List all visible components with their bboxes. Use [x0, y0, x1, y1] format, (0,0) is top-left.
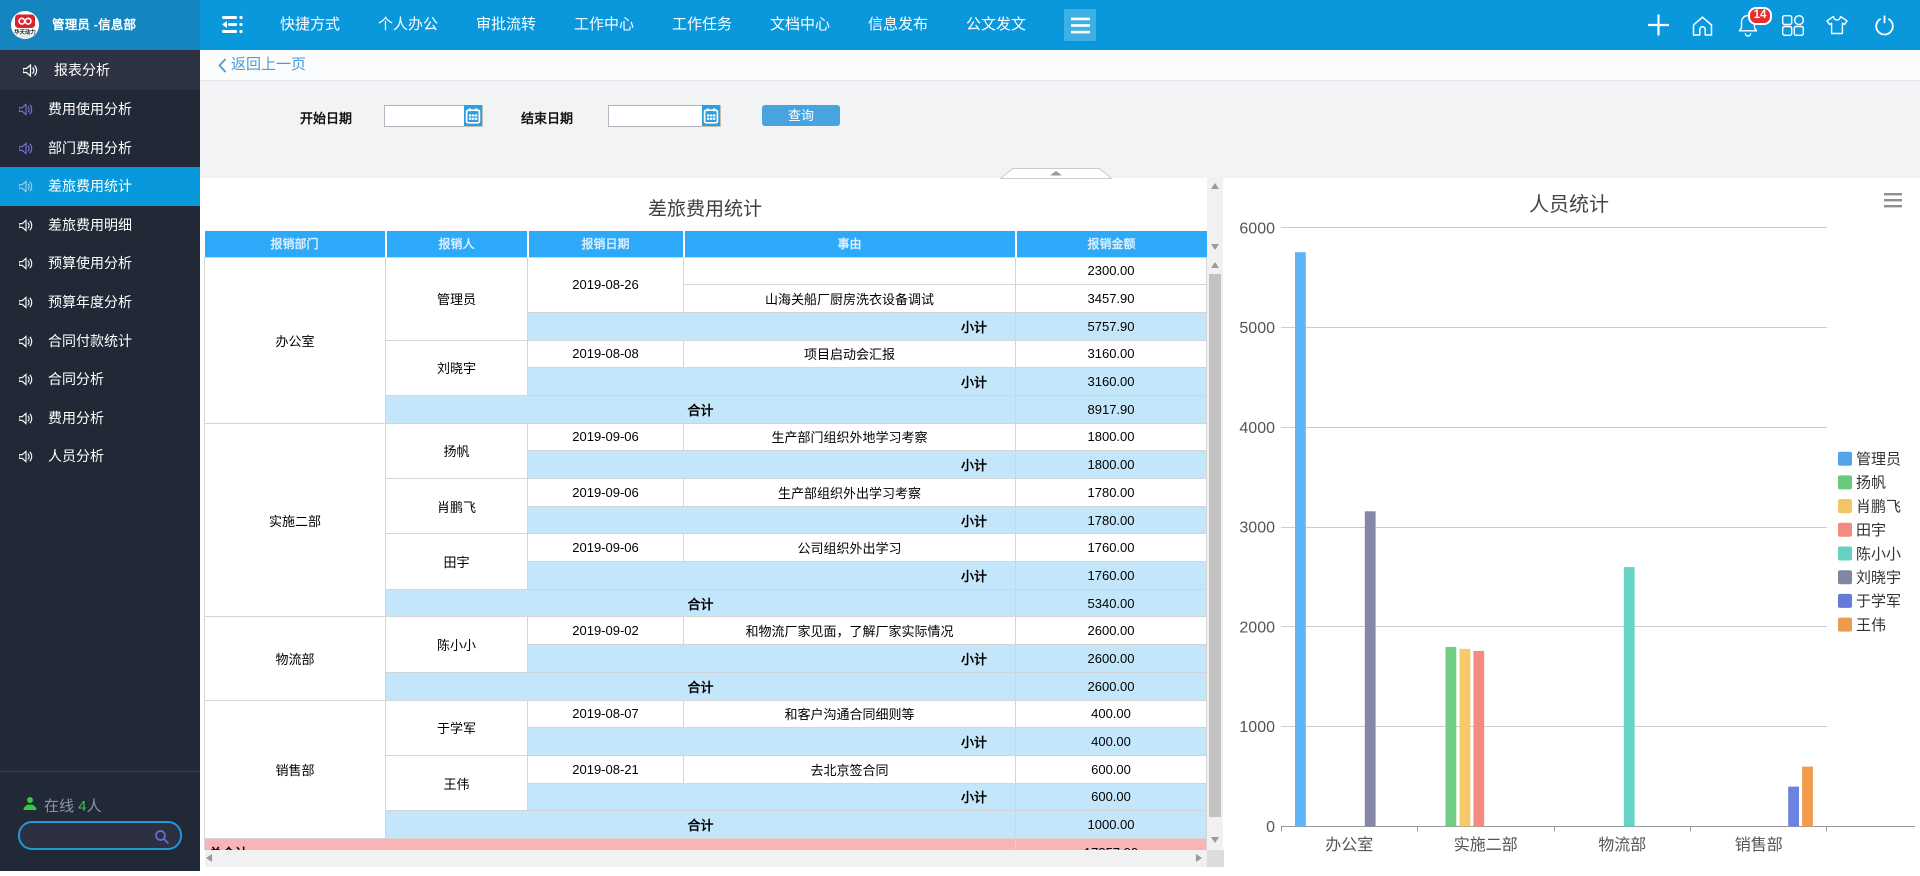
svg-text:实施二部: 实施二部 — [1454, 836, 1518, 854]
svg-text:0: 0 — [1266, 819, 1275, 836]
svg-text:办公室: 办公室 — [1325, 836, 1373, 854]
svg-text:田宇: 田宇 — [1856, 522, 1886, 539]
svg-text:管理员: 管理员 — [1856, 451, 1901, 468]
svg-text:1000: 1000 — [1239, 719, 1275, 736]
svg-text:肖鹏飞: 肖鹏飞 — [1856, 498, 1901, 515]
svg-text:3000: 3000 — [1239, 520, 1275, 537]
svg-text:6000: 6000 — [1239, 220, 1275, 237]
svg-text:人员统计: 人员统计 — [1529, 193, 1609, 216]
svg-text:扬帆: 扬帆 — [1856, 475, 1886, 492]
svg-text:陈小小: 陈小小 — [1856, 545, 1901, 563]
svg-text:2000: 2000 — [1239, 619, 1275, 636]
svg-text:刘晓宇: 刘晓宇 — [1856, 570, 1901, 587]
svg-text:销售部: 销售部 — [1735, 836, 1783, 854]
svg-text:于学军: 于学军 — [1856, 593, 1901, 610]
svg-text:SPORT: SPORT — [20, 35, 31, 39]
svg-text:王伟: 王伟 — [1856, 617, 1886, 634]
svg-text:5000: 5000 — [1239, 320, 1275, 337]
svg-text:物流部: 物流部 — [1598, 836, 1646, 854]
svg-text:4000: 4000 — [1239, 420, 1275, 437]
